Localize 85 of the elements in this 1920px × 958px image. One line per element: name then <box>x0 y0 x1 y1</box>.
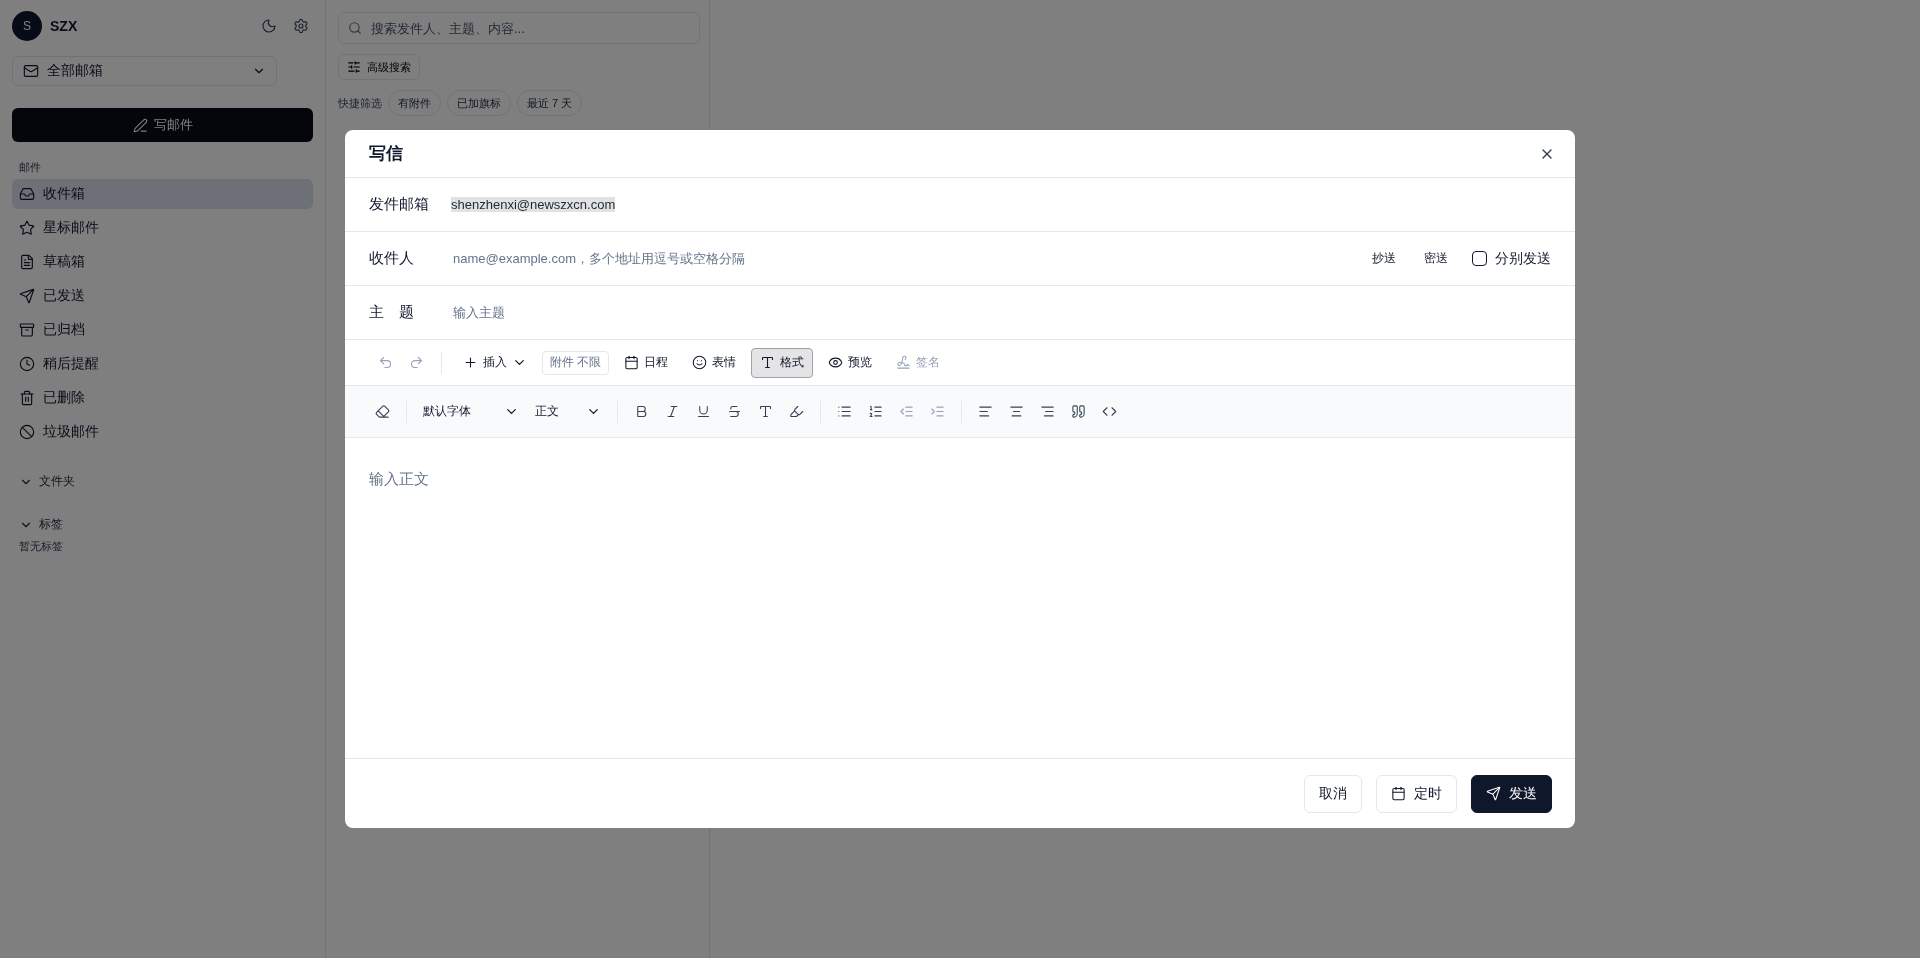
attachment-limit-tag: 附件 不限 <box>542 350 610 375</box>
filter-chip[interactable]: 已加旗标 <box>447 90 511 116</box>
moon-icon <box>261 18 277 34</box>
calendar-icon <box>624 355 640 370</box>
sidebar-item[interactable]: 稍后提醒 <box>12 349 313 379</box>
redo-icon <box>409 355 424 370</box>
filter-chip[interactable]: 有附件 <box>388 90 441 116</box>
quick-filter-label: 快捷筛选 <box>338 95 382 111</box>
align-left-icon <box>978 404 993 419</box>
signature-icon <box>896 355 912 370</box>
bullet-list-icon <box>837 404 852 419</box>
cc-button[interactable]: 抄送 <box>1362 250 1406 267</box>
bold-icon <box>634 404 649 419</box>
sidebar-item[interactable]: 收件箱 <box>12 179 313 209</box>
field-label: 收件人 <box>369 249 415 268</box>
toolbar-button[interactable]: 预览 <box>819 347 882 378</box>
dialog-title: 写信 <box>369 143 403 165</box>
field-label: 发件邮箱 <box>369 195 430 214</box>
sidebar-item[interactable]: 草稿箱 <box>12 247 313 277</box>
star-icon <box>19 220 35 236</box>
text-format-icon <box>760 355 776 370</box>
undo-icon <box>378 355 393 370</box>
settings-icon <box>293 18 309 34</box>
filter-chip[interactable]: 最近 7 天 <box>517 90 583 116</box>
schedule-button[interactable]: 定时 <box>1376 774 1457 813</box>
italic-icon <box>665 404 680 419</box>
search-field[interactable]: 搜索发件人、主题、内容... <box>338 12 700 44</box>
outdent-icon <box>899 404 914 419</box>
plus-icon <box>463 355 478 370</box>
archive-box-icon <box>19 322 35 338</box>
clock-icon <box>19 356 35 372</box>
advanced-search-button[interactable]: 高级搜索 <box>338 54 420 80</box>
subject-field[interactable]: 输入主题 <box>451 304 1551 321</box>
trash-icon <box>19 390 35 406</box>
field-label: 主 题 <box>369 303 415 322</box>
paper-plane-icon <box>1486 786 1501 801</box>
eye-icon <box>828 355 844 370</box>
sidebar-item[interactable]: 垃圾邮件 <box>12 417 313 447</box>
sidebar-item[interactable]: 已归档 <box>12 315 313 345</box>
format-select[interactable]: 默认字体 <box>417 403 525 420</box>
recipient-field[interactable]: name@example.com，多个地址用逗号或空格分隔 <box>451 250 1354 267</box>
underline-icon <box>696 404 711 419</box>
smiley-icon <box>692 355 708 370</box>
toolbar-button[interactable]: 表情 <box>683 347 746 378</box>
empty-tags-text: 暂无标签 <box>18 539 64 554</box>
sidebar-item[interactable]: 星标邮件 <box>12 213 313 243</box>
toolbar-button[interactable]: 日程 <box>615 347 678 378</box>
quote-icon <box>1071 404 1086 419</box>
prohibited-icon <box>19 424 35 440</box>
cancel-button[interactable]: 取消 <box>1304 774 1362 813</box>
eraser-icon <box>375 404 390 419</box>
sliders-icon <box>347 60 361 74</box>
highlighter-icon <box>789 404 804 419</box>
indent-icon <box>930 404 945 419</box>
text-color-icon <box>758 404 773 419</box>
format-select[interactable]: 正文 <box>529 403 607 420</box>
align-right-icon <box>1040 404 1055 419</box>
paper-plane-icon <box>19 288 35 304</box>
sidebar-item[interactable]: 已删除 <box>12 383 313 413</box>
checkbox-label: 分别发送 <box>1495 249 1551 268</box>
section-label: 邮件 <box>19 160 42 175</box>
compose-button[interactable]: 写邮件 <box>12 108 313 142</box>
folders-toggle[interactable]: 文件夹 <box>12 473 313 490</box>
code-icon <box>1102 404 1117 419</box>
calendar-icon <box>1391 786 1406 801</box>
pen-icon <box>132 117 148 133</box>
user-name: SZX <box>50 18 79 34</box>
envelope-icon <box>23 63 39 79</box>
avatar: S <box>12 11 42 41</box>
align-center-icon <box>1009 404 1024 419</box>
strikethrough-icon <box>727 404 742 419</box>
search-icon <box>348 21 362 35</box>
inbox-icon <box>19 186 35 202</box>
tags-toggle[interactable]: 标签 <box>12 516 313 533</box>
numbered-list-icon <box>868 404 883 419</box>
bcc-button[interactable]: 密送 <box>1414 250 1458 267</box>
toolbar-button[interactable]: 插入 <box>454 347 536 378</box>
toolbar-button[interactable]: 格式 <box>751 347 814 378</box>
send-button[interactable]: 发送 <box>1471 774 1552 813</box>
mailbox-select[interactable]: 全部邮箱 <box>12 56 277 86</box>
checkbox[interactable] <box>1472 251 1487 266</box>
sidebar-item[interactable]: 已发送 <box>12 281 313 311</box>
document-icon <box>19 254 35 270</box>
sender-address: shenzhenxi@newszxcn.com <box>451 197 616 212</box>
body-editor[interactable]: 输入正文 <box>345 438 1575 758</box>
